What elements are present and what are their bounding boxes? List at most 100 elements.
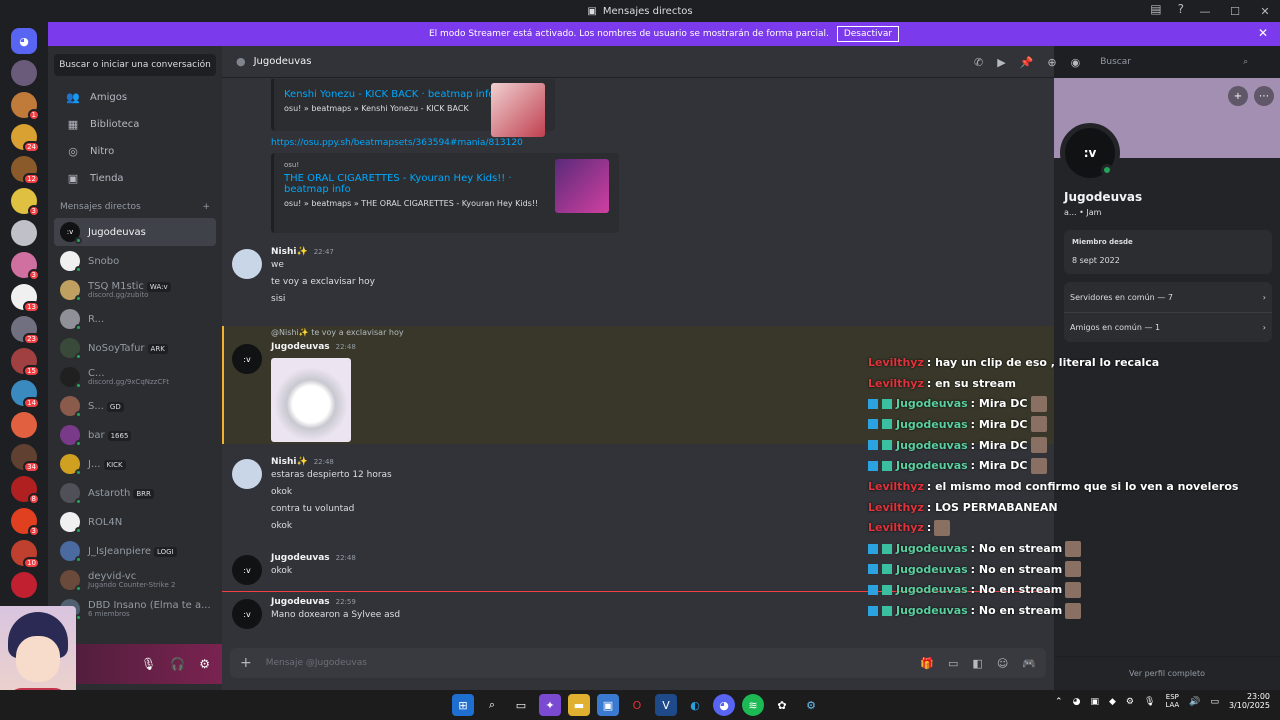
inbox-icon[interactable]: ▤ xyxy=(1150,2,1161,16)
opera-icon[interactable]: O xyxy=(626,694,648,716)
steam-icon[interactable]: ⚙ xyxy=(800,694,822,716)
spotify-icon[interactable]: ≋ xyxy=(742,694,764,716)
server-icon[interactable] xyxy=(11,60,37,86)
dm-item[interactable]: J_IsJeanpiere LOGI xyxy=(54,537,216,565)
embed-title[interactable]: THE ORAL CIGARETTES - Kyouran Hey Kids!!… xyxy=(284,173,534,195)
nav-item-nitro[interactable]: ◎ Nitro xyxy=(54,138,216,164)
gif-icon[interactable]: ▭ xyxy=(948,657,958,670)
pinned-messages-icon[interactable]: 📌 xyxy=(1020,56,1034,69)
server-icon[interactable] xyxy=(11,572,37,598)
server-icon[interactable]: 23 xyxy=(11,316,40,345)
server-icon[interactable]: 14 xyxy=(11,380,40,409)
search-icon[interactable]: ⌕ xyxy=(481,694,503,716)
search-input[interactable]: Buscar ⌕ xyxy=(1094,52,1255,72)
message-author[interactable]: Jugodeuvas xyxy=(271,553,330,563)
emoji-icon[interactable]: ☺ xyxy=(997,657,1008,670)
deactivate-streamer-button[interactable]: Desactivar xyxy=(836,26,900,42)
nav-item-friends[interactable]: 👥 Amigos xyxy=(54,84,216,110)
close-icon[interactable]: ✕ xyxy=(1258,26,1268,40)
discord-taskbar-icon[interactable]: ◕ xyxy=(713,694,735,716)
sticker-icon[interactable]: ◧ xyxy=(972,657,982,670)
avatar[interactable]: :v xyxy=(232,599,262,629)
avatar[interactable]: :v xyxy=(232,555,262,585)
dm-item[interactable]: R... xyxy=(54,305,216,333)
server-icon[interactable]: 10 xyxy=(11,540,40,569)
microphone-tray-icon[interactable]: 🎙 xyxy=(1144,697,1155,707)
server-icon[interactable]: 24 xyxy=(11,124,40,153)
server-icon[interactable]: 15 xyxy=(11,348,40,377)
server-icon[interactable]: 8 xyxy=(11,476,40,505)
create-dm-icon[interactable]: + xyxy=(202,202,210,212)
message-author[interactable]: Nishi✨ xyxy=(271,247,308,257)
editor-icon[interactable]: V xyxy=(655,694,677,716)
dm-item[interactable]: Snobo xyxy=(54,247,216,275)
mutual-servers-row[interactable]: Servidores en común — 7 › xyxy=(1064,282,1272,312)
add-friends-icon[interactable]: ⊕ xyxy=(1047,56,1056,69)
server-icon[interactable]: 12 xyxy=(11,156,40,185)
find-conversation-button[interactable]: Buscar o iniciar una conversación xyxy=(54,54,216,76)
dm-item[interactable]: DBD Insano (Elma te a... 6 miembros xyxy=(54,595,216,623)
start-icon[interactable]: ⊞ xyxy=(452,694,474,716)
language-indicator[interactable]: ESP LAA xyxy=(1165,693,1179,709)
activities-icon[interactable]: 🎮 xyxy=(1022,657,1036,670)
gift-icon[interactable]: 🎁 xyxy=(920,657,934,670)
home-button[interactable]: ◕ xyxy=(11,28,37,54)
add-friend-icon[interactable]: + xyxy=(1228,86,1248,106)
embed-thumbnail[interactable] xyxy=(555,159,609,213)
more-options-icon[interactable]: ⋯ xyxy=(1254,86,1274,106)
dm-item[interactable]: bar 1665 xyxy=(54,421,216,449)
store-icon[interactable]: ▣ xyxy=(597,694,619,716)
avatar[interactable] xyxy=(232,249,262,279)
avatar[interactable]: :v xyxy=(232,344,262,374)
maximize-button[interactable]: ☐ xyxy=(1220,0,1250,22)
app-tray-icon[interactable]: ◆ xyxy=(1109,697,1116,707)
copilot-icon[interactable]: ✦ xyxy=(539,694,561,716)
message-composer[interactable]: + Mensaje @Jugodeuvas 🎁 ▭ ◧ ☺ 🎮 xyxy=(230,648,1046,678)
dm-item[interactable]: ROL4N xyxy=(54,508,216,536)
dm-item[interactable]: C... discord.gg/9xCqNzzCFt xyxy=(54,363,216,391)
file-explorer-icon[interactable]: ▬ xyxy=(568,694,590,716)
dm-item[interactable]: deyvid-vc Jugando Counter-Strike 2 xyxy=(54,566,216,594)
show-hidden-icons[interactable]: ⌃ xyxy=(1055,697,1063,707)
microphone-icon[interactable]: 🎙 xyxy=(141,657,156,671)
edge-icon[interactable]: ◐ xyxy=(684,694,706,716)
settings-gear-icon[interactable]: ⚙ xyxy=(199,657,210,671)
close-window-button[interactable]: ✕ xyxy=(1250,0,1280,22)
headphones-icon[interactable]: 🎧 xyxy=(170,657,185,671)
server-icon[interactable]: 13 xyxy=(11,284,40,313)
embed-thumbnail[interactable] xyxy=(491,83,545,137)
message-link[interactable]: https://osu.ppy.sh/beatmapsets/363594#ma… xyxy=(271,138,523,148)
app-icon[interactable]: ✿ xyxy=(771,694,793,716)
minimize-button[interactable]: — xyxy=(1190,0,1220,22)
server-icon[interactable]: 34 xyxy=(11,444,40,473)
camera-tray-icon[interactable]: ▣ xyxy=(1090,697,1099,707)
message-author[interactable]: Jugodeuvas xyxy=(271,342,330,352)
server-icon[interactable]: 3 xyxy=(11,508,40,537)
dm-item[interactable]: Astaroth BRR xyxy=(54,479,216,507)
server-icon[interactable] xyxy=(11,412,37,438)
reply-preview[interactable]: @Nishi✨ te voy a exclavisar hoy xyxy=(271,328,404,337)
view-full-profile-button[interactable]: Ver perfil completo xyxy=(1054,656,1280,690)
steam-tray-icon[interactable]: ⚙ xyxy=(1126,697,1134,707)
dm-item[interactable]: TSQ M1stic WA:v discord.gg/zubito xyxy=(54,276,216,304)
profile-avatar[interactable]: :v xyxy=(1060,123,1120,183)
task-view-icon[interactable]: ▭ xyxy=(510,694,532,716)
dm-item[interactable]: S... GD xyxy=(54,392,216,420)
dm-item[interactable]: :v Jugodeuvas xyxy=(54,218,216,246)
nav-item-shop[interactable]: ▣ Tienda xyxy=(54,165,216,191)
server-icon[interactable]: 3 xyxy=(11,188,40,217)
voice-call-icon[interactable]: ✆ xyxy=(974,56,983,69)
message-author[interactable]: Jugodeuvas xyxy=(271,597,330,607)
server-icon[interactable]: 3 xyxy=(11,252,40,281)
battery-icon[interactable]: ▭ xyxy=(1210,697,1219,707)
attach-plus-icon[interactable]: + xyxy=(240,655,252,671)
volume-icon[interactable]: 🔊 xyxy=(1189,697,1200,707)
clock[interactable]: 23:00 3/10/2025 xyxy=(1229,692,1270,711)
nav-item-library[interactable]: ▦ Biblioteca xyxy=(54,111,216,137)
dm-item[interactable]: J... KICK xyxy=(54,450,216,478)
video-call-icon[interactable]: ▶ xyxy=(997,56,1005,69)
avatar[interactable] xyxy=(232,459,262,489)
image-attachment[interactable] xyxy=(271,358,351,442)
server-icon[interactable]: 1 xyxy=(11,92,40,121)
user-profile-icon[interactable]: ◉ xyxy=(1071,56,1081,69)
